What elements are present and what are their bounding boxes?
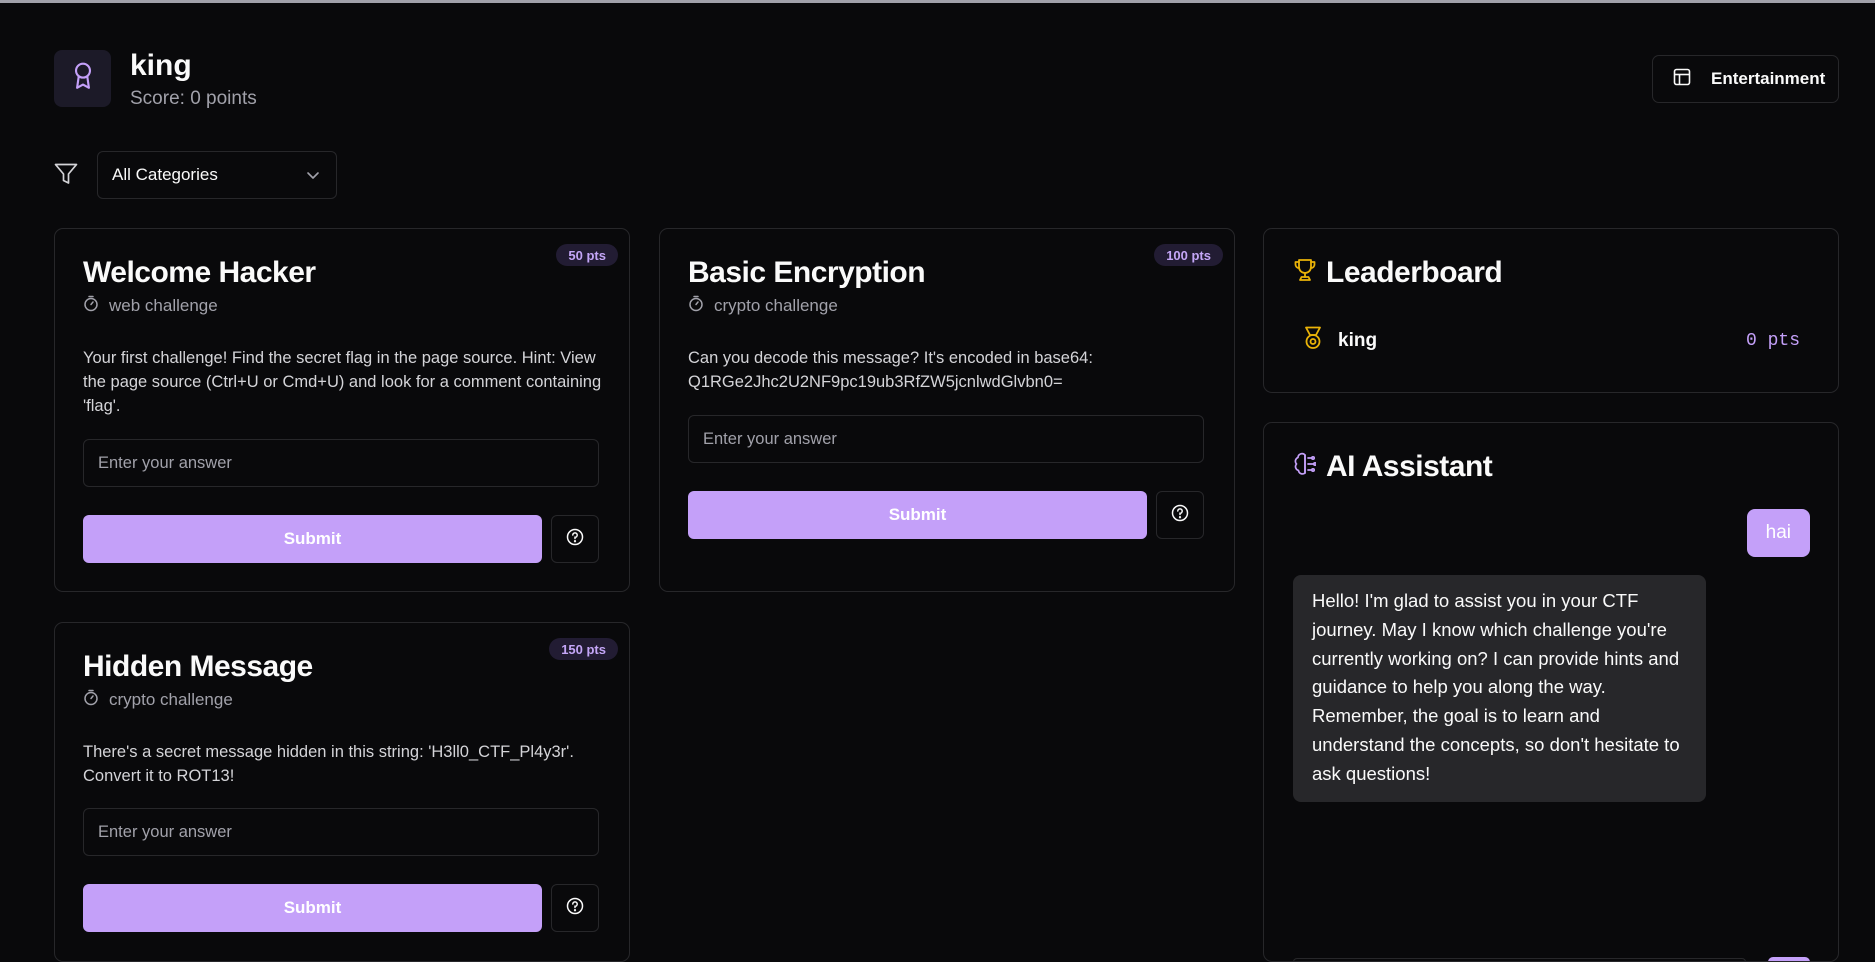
challenge-title: Welcome Hacker [83,256,316,289]
leaderboard-title-label: Leaderboard [1326,256,1503,289]
answer-input[interactable] [83,808,599,856]
help-circle-icon [1171,504,1189,527]
trophy-icon [1294,256,1316,290]
leaderboard-row: king 0 pts [1302,326,1800,356]
ai-assistant-title-label: AI Assistant [1326,450,1493,483]
challenge-category: crypto challenge [688,295,838,317]
leaderboard-panel: Leaderboard king 0 pts [1263,228,1839,393]
challenge-card-basic-encryption: 100 pts Basic Encryption crypto challeng… [659,228,1235,592]
leaderboard-title: Leaderboard [1294,256,1503,290]
challenge-description: Your first challenge! Find the secret fl… [83,349,602,415]
help-circle-icon [566,528,584,551]
submit-button[interactable]: Submit [688,491,1147,539]
ai-assistant-title: AI Assistant [1294,450,1493,484]
filter-icon [54,163,78,190]
leaderboard-name: king [1338,330,1378,351]
hint-button[interactable] [551,515,599,563]
medal-icon [1302,326,1324,356]
challenge-category-label: crypto challenge [109,690,233,709]
timer-icon [83,295,99,317]
layout-icon [1673,68,1691,91]
category-select[interactable]: All Categories [97,151,337,199]
chat-message-user: hai [1746,509,1810,557]
hint-button[interactable] [1156,491,1204,539]
brain-icon [1294,450,1318,484]
leaderboard-points: 0 pts [1745,331,1800,351]
chat-message-assistant: Hello! I'm glad to assist you in your CT… [1293,575,1706,802]
challenge-category-label: crypto challenge [714,296,838,315]
award-icon [70,61,96,96]
challenge-category-label: web challenge [109,296,218,315]
points-badge: 100 pts [1154,244,1223,266]
entertainment-button[interactable]: Entertainment [1652,55,1839,103]
timer-icon [688,295,704,317]
top-border [0,0,1875,3]
ai-assistant-panel: AI Assistant hai Hello! I'm glad to assi… [1263,422,1839,962]
submit-button[interactable]: Submit [83,515,542,563]
challenge-title: Basic Encryption [688,256,926,289]
timer-icon [83,689,99,711]
challenge-description: There's a secret message hidden in this … [83,743,574,785]
challenge-category: crypto challenge [83,689,233,711]
chat-send-button[interactable] [1768,957,1810,961]
user-score: Score: 0 points [130,88,257,109]
chevron-down-icon [306,165,320,185]
entertainment-button-label: Entertainment [1711,69,1826,88]
challenge-description: Can you decode this message? It's encode… [688,349,1093,391]
submit-button[interactable]: Submit [83,884,542,932]
hint-button[interactable] [551,884,599,932]
help-circle-icon [566,897,584,920]
challenge-category: web challenge [83,295,218,317]
user-name: king [130,49,192,82]
challenge-card-hidden-message: 150 pts Hidden Message crypto challenge … [54,622,630,962]
user-avatar [54,50,111,107]
answer-input[interactable] [688,415,1204,463]
challenge-title: Hidden Message [83,650,313,683]
challenge-card-welcome-hacker: 50 pts Welcome Hacker web challenge Your… [54,228,630,592]
category-select-value: All Categories [112,165,218,184]
chat-input[interactable] [1293,958,1746,961]
points-badge: 50 pts [556,244,618,266]
points-badge: 150 pts [549,638,618,660]
answer-input[interactable] [83,439,599,487]
